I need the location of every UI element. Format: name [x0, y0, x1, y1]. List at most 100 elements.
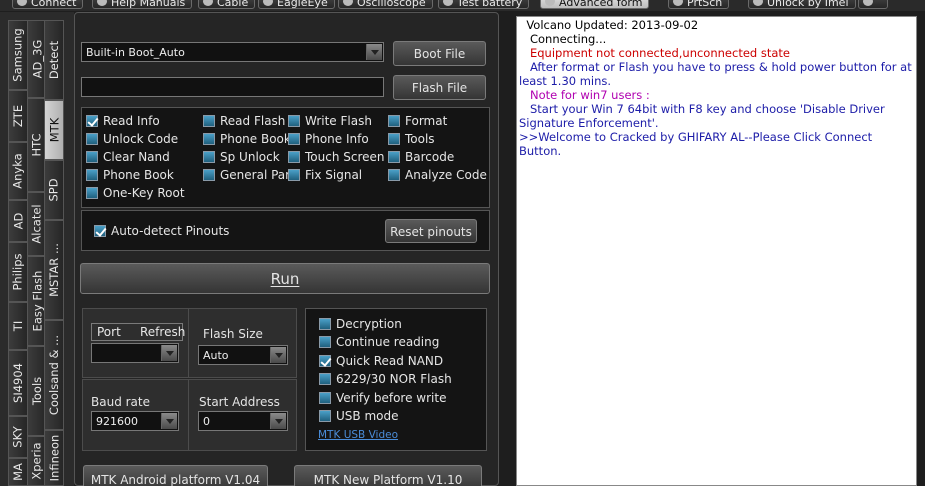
phone-book-2-checkbox[interactable]: Phone Book [86, 167, 174, 182]
one-key-root-checkbox[interactable]: One-Key Root [86, 185, 185, 200]
tab-samsung[interactable]: Samsung [8, 20, 28, 90]
pinouts-group: Auto-detect Pinouts Reset pinouts [81, 210, 490, 251]
mtk-panel: Built-in Boot_Auto Boot File Flash File … [74, 12, 499, 486]
flash-file-field[interactable] [81, 77, 384, 97]
decryption-checkbox[interactable]: Decryption [319, 316, 402, 331]
tab-spd[interactable]: SPD [44, 160, 64, 220]
baud-rate-label: Baud rate [91, 395, 150, 409]
eagleeye-button[interactable]: EagleEye [258, 0, 335, 9]
read-info-checkbox[interactable]: Read Info [86, 113, 160, 128]
flash-size-label: Flash Size [203, 327, 263, 341]
log-line: Equipment not connected,unconnected stat… [519, 46, 790, 60]
log-line: Connecting... [519, 32, 607, 46]
oscilloscope-button[interactable]: Oscilloscope [338, 0, 433, 9]
battery-icon [443, 0, 453, 6]
tab-mtk[interactable]: MTK [44, 100, 64, 160]
boot-select[interactable]: Built-in Boot_Auto [81, 42, 384, 62]
phone-info-checkbox[interactable]: Phone Info [288, 131, 369, 146]
usb-mode-checkbox[interactable]: USB mode [319, 408, 398, 423]
unlock-by-imei-button[interactable]: Unlock by Imei [748, 0, 856, 9]
chevron-down-icon[interactable] [270, 413, 286, 429]
mtk-android-platform-button[interactable]: MTK Android platform V1.04 [83, 465, 268, 486]
nor-flash-checkbox[interactable]: 6229/30 NOR Flash [319, 371, 452, 386]
function-group: Read Info Read Flash Write Flash Format … [81, 107, 490, 208]
port-cell: Port Refresh [82, 308, 189, 378]
help-manuals-button[interactable]: Help Manuals [92, 0, 193, 9]
tab-sky[interactable]: SKY [8, 416, 28, 458]
book-icon [97, 0, 107, 6]
flash-size-select[interactable]: Auto [198, 345, 288, 365]
tab-ti[interactable]: TI [8, 302, 28, 350]
mtk-usb-video-link[interactable]: MTK USB Video [318, 429, 398, 441]
prtscn-button[interactable]: PrtScn [668, 0, 730, 9]
barcode-checkbox[interactable]: Barcode [388, 149, 454, 164]
reset-pinouts-button[interactable]: Reset pinouts [385, 219, 477, 243]
vendor-tabs: Samsung ZTE Anyka AD Philips TI SI4904 S… [0, 12, 74, 486]
refresh-button[interactable]: Refresh [140, 325, 185, 339]
baud-rate-cell: Baud rate 921600 [82, 379, 189, 451]
test-battery-button[interactable]: Test battery [438, 0, 530, 9]
boot-file-button[interactable]: Boot File [393, 41, 486, 66]
tab-detect[interactable]: Detect [44, 20, 64, 100]
tab-anyka[interactable]: Anyka [8, 142, 28, 200]
unlock-icon [753, 0, 763, 6]
chevron-down-icon[interactable] [366, 44, 382, 60]
tab-ad[interactable]: AD [8, 200, 28, 242]
tools-checkbox[interactable]: Tools [388, 131, 435, 146]
oscilloscope-icon [343, 0, 353, 6]
log-output[interactable]: Volcano Updated: 2013-09-02 Connecting..… [516, 16, 917, 486]
cable-button[interactable]: Cable [198, 0, 256, 9]
unlock-code-checkbox[interactable]: Unlock Code [86, 131, 178, 146]
chevron-down-icon[interactable] [161, 413, 177, 429]
quick-read-nand-checkbox[interactable]: Quick Read NAND [319, 353, 443, 368]
start-address-select[interactable]: 0 [198, 411, 288, 431]
options-group: Decryption Continue reading Quick Read N… [305, 308, 487, 451]
tab-mstar[interactable]: MSTAR ... [44, 220, 64, 320]
run-button[interactable]: Run [80, 263, 490, 294]
settings-icon [863, 0, 873, 6]
port-refresh-header: Port Refresh [91, 323, 185, 341]
flash-file-button[interactable]: Flash File [393, 75, 486, 100]
touch-screen-checkbox[interactable]: Touch Screen [288, 149, 385, 164]
general-para-checkbox[interactable]: General Para. [203, 167, 301, 182]
baud-rate-select[interactable]: 921600 [91, 411, 179, 431]
log-line: Note for win7 users : [519, 88, 650, 102]
cable-icon [203, 0, 213, 6]
verify-before-write-checkbox[interactable]: Verify before write [319, 390, 446, 405]
format-checkbox[interactable]: Format [388, 113, 447, 128]
settings-button[interactable] [858, 0, 888, 9]
port-select[interactable] [91, 343, 179, 363]
tab-coolsand[interactable]: Coolsand & ... [44, 320, 64, 430]
sp-unlock-checkbox[interactable]: Sp Unlock [203, 149, 280, 164]
tab-ma[interactable]: MA [8, 458, 28, 486]
eye-icon [263, 0, 273, 6]
top-toolbar: Connect Help Manuals Cable EagleEye Osci… [0, 0, 925, 11]
mtk-new-platform-button[interactable]: MTK New Platform V1.10 [294, 465, 482, 486]
log-line: Volcano Updated: 2013-09-02 [519, 18, 699, 32]
analyze-code-checkbox[interactable]: Analyze Code [388, 167, 487, 182]
clear-nand-checkbox[interactable]: Clear Nand [86, 149, 170, 164]
log-line: Start your Win 7 64bit with F8 key and c… [519, 102, 889, 130]
log-line: After format or Flash you have to press … [519, 60, 916, 88]
fix-signal-checkbox[interactable]: Fix Signal [288, 167, 362, 182]
start-address-label: Start Address [199, 395, 280, 409]
start-address-cell: Start Address 0 [188, 379, 297, 451]
advanced-form-button[interactable]: Advanced form [540, 0, 650, 9]
chevron-down-icon[interactable] [270, 347, 286, 363]
flash-size-cell: Flash Size Auto [188, 308, 297, 378]
camera-icon [673, 0, 683, 6]
tab-si4904[interactable]: SI4904 [8, 350, 28, 416]
connect-button[interactable]: Connect [12, 0, 84, 9]
continue-reading-checkbox[interactable]: Continue reading [319, 334, 439, 349]
log-line: >>Welcome to Cracked by GHIFARY AL--Plea… [519, 130, 876, 158]
phone-book-checkbox[interactable]: Phone Book [203, 131, 291, 146]
autodetect-pinouts-checkbox[interactable]: Auto-detect Pinouts [94, 223, 229, 238]
read-flash-checkbox[interactable]: Read Flash [203, 113, 285, 128]
tab-philips[interactable]: Philips [8, 242, 28, 302]
chevron-down-icon[interactable] [161, 345, 177, 361]
tab-zte[interactable]: ZTE [8, 90, 28, 142]
write-flash-checkbox[interactable]: Write Flash [288, 113, 372, 128]
gear-icon [545, 0, 555, 6]
connect-icon [17, 0, 27, 6]
tab-infineon[interactable]: Infineon [44, 430, 64, 486]
